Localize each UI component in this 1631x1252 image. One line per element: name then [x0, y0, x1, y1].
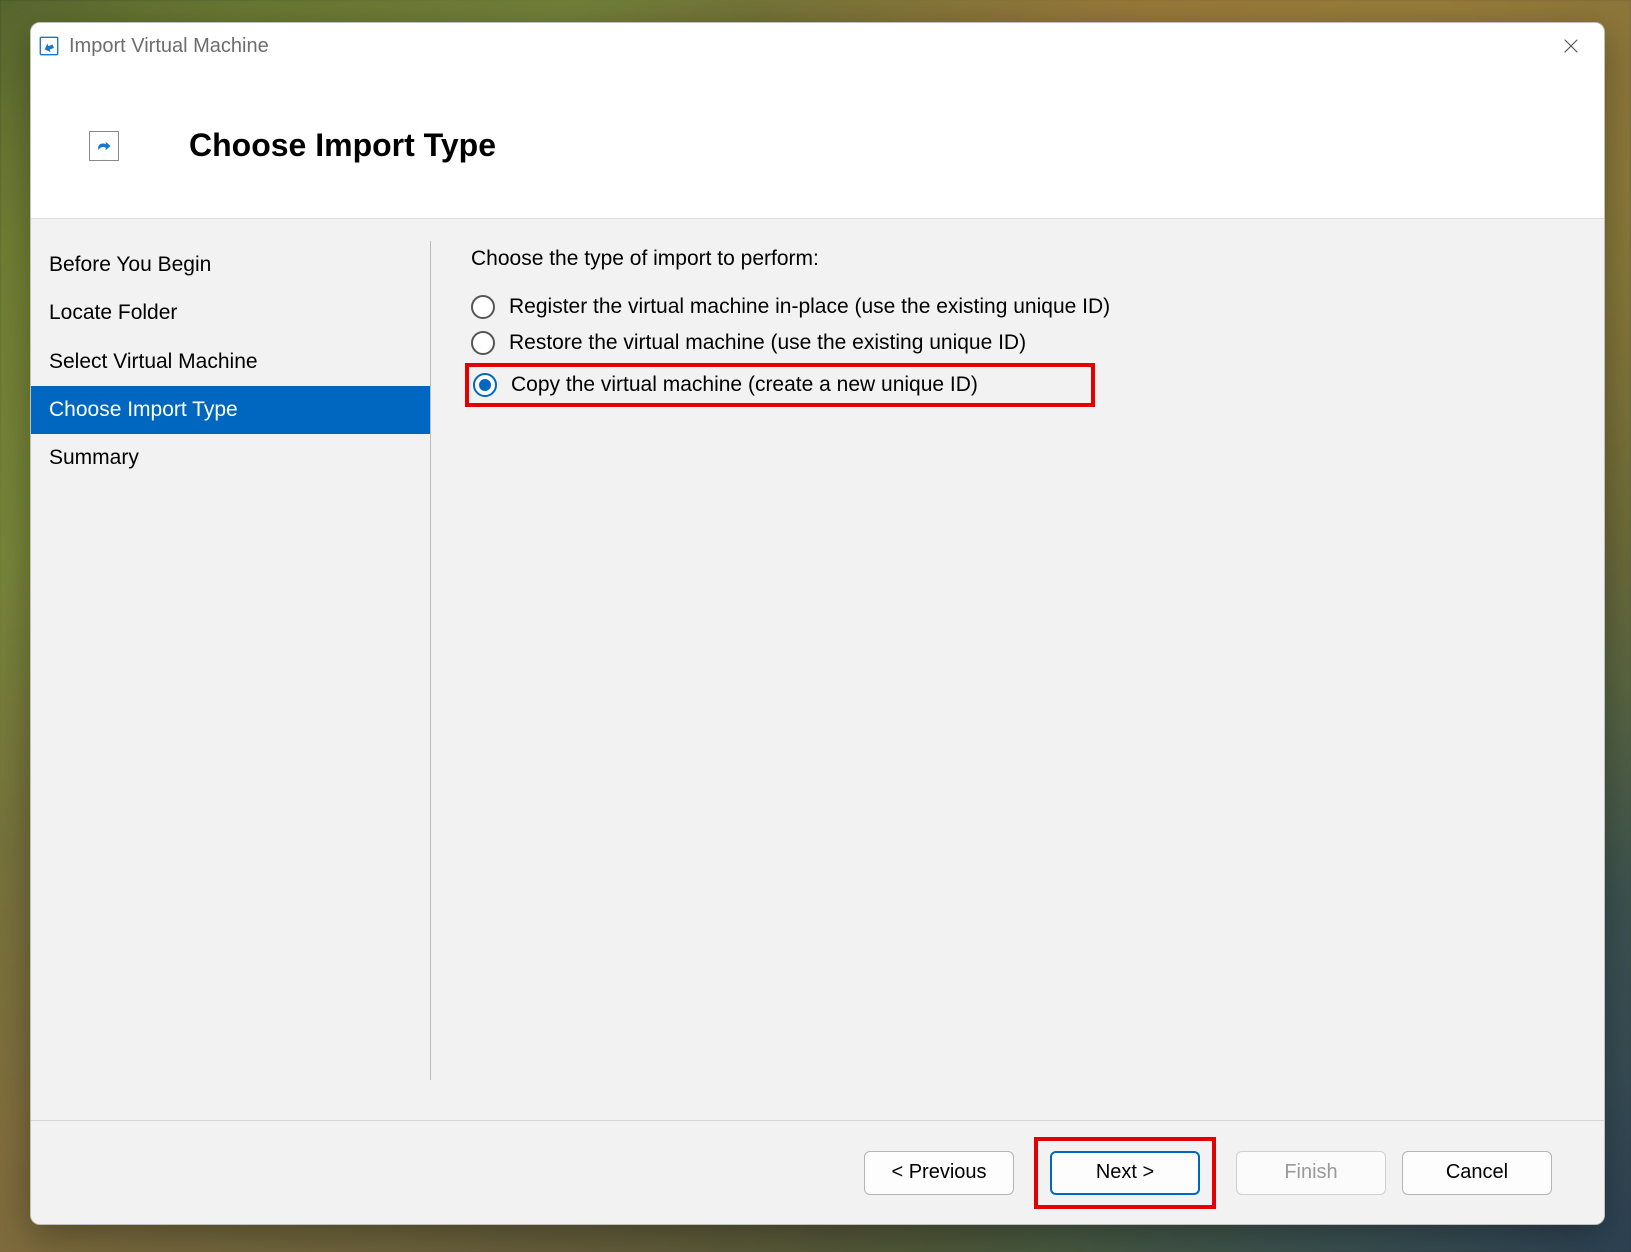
previous-button[interactable]: < Previous [864, 1151, 1014, 1195]
step-select-virtual-machine[interactable]: Select Virtual Machine [31, 338, 431, 386]
import-type-options: Register the virtual machine in-place (u… [471, 289, 1568, 407]
close-button[interactable] [1548, 23, 1594, 69]
wizard-body: Before You Begin Locate Folder Select Vi… [31, 218, 1604, 1120]
page-title: Choose Import Type [189, 127, 496, 164]
finish-button: Finish [1236, 1151, 1386, 1195]
import-vm-icon [37, 34, 61, 58]
wizard-steps-sidebar: Before You Begin Locate Folder Select Vi… [31, 219, 431, 1120]
option-copy[interactable]: Copy the virtual machine (create a new u… [473, 371, 1083, 399]
step-locate-folder[interactable]: Locate Folder [31, 289, 431, 337]
cancel-button[interactable]: Cancel [1402, 1151, 1552, 1195]
option-label: Copy the virtual machine (create a new u… [511, 373, 978, 397]
option-label: Register the virtual machine in-place (u… [509, 295, 1110, 319]
radio-icon [471, 331, 495, 355]
annotation-highlight-next-button: Next > [1034, 1137, 1216, 1209]
wizard-window: Import Virtual Machine Choose Import Typ… [30, 22, 1605, 1225]
step-summary[interactable]: Summary [31, 434, 431, 482]
annotation-highlight-copy-option: Copy the virtual machine (create a new u… [465, 363, 1095, 407]
wizard-content: Choose the type of import to perform: Re… [431, 219, 1604, 1120]
radio-icon [471, 295, 495, 319]
titlebar[interactable]: Import Virtual Machine [31, 23, 1604, 69]
wizard-footer: < Previous Next > Finish Cancel [31, 1120, 1604, 1224]
window-title: Import Virtual Machine [69, 35, 269, 58]
wizard-header: Choose Import Type [31, 69, 1604, 218]
import-type-prompt: Choose the type of import to perform: [471, 247, 1568, 271]
option-register-in-place[interactable]: Register the virtual machine in-place (u… [471, 289, 1568, 325]
step-choose-import-type[interactable]: Choose Import Type [31, 386, 431, 434]
option-label: Restore the virtual machine (use the exi… [509, 331, 1026, 355]
radio-icon [473, 373, 497, 397]
import-arrow-icon [89, 131, 119, 161]
step-before-you-begin[interactable]: Before You Begin [31, 241, 431, 289]
option-restore[interactable]: Restore the virtual machine (use the exi… [471, 325, 1568, 361]
next-button[interactable]: Next > [1050, 1151, 1200, 1195]
